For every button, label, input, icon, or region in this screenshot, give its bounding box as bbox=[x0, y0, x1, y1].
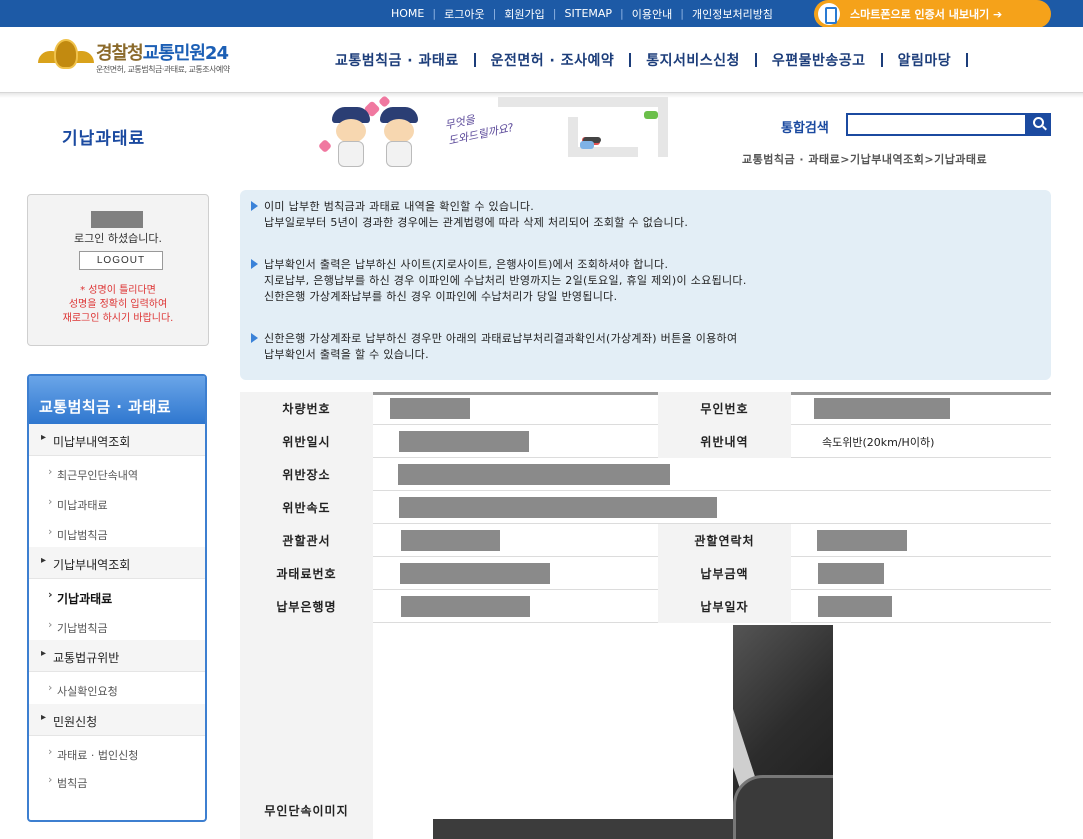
smartphone-icon bbox=[818, 3, 840, 25]
vehicle-number-label: 차량번호 bbox=[240, 392, 373, 425]
sidenav-item-fact-check[interactable]: 사실확인요청 bbox=[29, 676, 205, 704]
table-row: 위반장소 bbox=[240, 458, 1051, 491]
vehicle-number-redacted bbox=[390, 398, 470, 419]
table-row: 납부은행명 납부일자 bbox=[240, 590, 1051, 623]
amount-redacted bbox=[818, 563, 884, 584]
office-contact-label: 관할연락처 bbox=[658, 524, 791, 557]
amount-label: 납부금액 bbox=[658, 557, 791, 590]
sidenav-item-paid[interactable]: 기납부내역조회 bbox=[29, 547, 205, 579]
logo-tagline: 운전면허, 교통범칙금·과태료, 교통조사예약 bbox=[96, 65, 230, 74]
bullet-icon bbox=[251, 259, 258, 269]
main-navigation: 교통범칙금 · 과태료 운전면허 · 조사예약 통지서비스신청 우편물반송공고 … bbox=[320, 50, 969, 70]
page-title: 기납과태료 bbox=[62, 129, 146, 149]
sidenav-item-recent-camera[interactable]: 최근무인단속내역 bbox=[29, 460, 205, 488]
office-label: 관할관서 bbox=[240, 524, 373, 557]
info-paragraph-2: 납부확인서 출력은 납부하신 사이트(지로사이트, 은행사이트)에서 조회하셔야… bbox=[251, 257, 747, 305]
privacy-link[interactable]: 개인정보처리방침 bbox=[684, 6, 781, 22]
logo-brand: 경찰청교통민원24 bbox=[96, 43, 229, 64]
sidenav-item-petition[interactable]: 민원신청 bbox=[29, 704, 205, 736]
pay-date-label: 납부일자 bbox=[658, 590, 791, 623]
camera-image bbox=[403, 625, 833, 839]
bank-redacted bbox=[401, 596, 530, 617]
sidenav-item-paid-fine[interactable]: 기납과태료 bbox=[29, 583, 205, 611]
violation-place-redacted bbox=[398, 464, 670, 485]
sidenav-item-unpaid-fine[interactable]: 미납과태료 bbox=[29, 490, 205, 518]
guide-link[interactable]: 이용안내 bbox=[624, 6, 680, 22]
camera-image-label: 무인단속이미지 bbox=[240, 623, 373, 839]
bank-label: 납부은행명 bbox=[240, 590, 373, 623]
logout-link[interactable]: 로그아웃 bbox=[436, 6, 492, 22]
violation-date-label: 위반일시 bbox=[240, 425, 373, 458]
search-label: 통합검색 bbox=[781, 121, 829, 136]
sidenav-item-penalty[interactable]: 범칙금 bbox=[29, 768, 205, 796]
site-logo[interactable]: 경찰청교통민원24 운전면허, 교통범칙금·과태료, 교통조사예약 bbox=[38, 39, 278, 83]
sidenav-item-corporate[interactable]: 과태료 · 법인신청 bbox=[29, 740, 205, 768]
sidenav-item-paid-penalty[interactable]: 기납범칙금 bbox=[29, 613, 205, 641]
violation-type-label: 위반내역 bbox=[658, 425, 791, 458]
police-mascot-left bbox=[330, 107, 372, 169]
top-utility-bar: HOME | 로그아웃 | 회원가입 | SITEMAP | 이용안내 | 개인정보처리방… bbox=[0, 0, 1083, 28]
bullet-icon bbox=[251, 201, 258, 211]
table-row: 과태료번호 납부금액 bbox=[240, 557, 1051, 590]
info-notice: 이미 납부한 범칙금과 과태료 내역을 확인할 수 있습니다. 납부일로부터 5… bbox=[240, 190, 1051, 380]
camera-number-redacted bbox=[814, 398, 950, 419]
police-mascot-right bbox=[378, 107, 420, 169]
site-header: 경찰청교통민원24 운전면허, 교통범칙금·과태료, 교통조사예약 교통범칙금 … bbox=[0, 27, 1083, 93]
gnb-notice[interactable]: 알림마당 bbox=[883, 50, 967, 70]
join-link[interactable]: 회원가입 bbox=[496, 6, 552, 22]
sitemap-link[interactable]: SITEMAP bbox=[557, 7, 621, 20]
export-certificate-button[interactable]: 스마트폰으로 인증서 내보내기 ➔ bbox=[814, 0, 1051, 28]
logout-button[interactable]: LOGOUT bbox=[79, 251, 163, 270]
mascot-illustration: 무엇을 도와드릴까요? bbox=[317, 95, 668, 177]
export-certificate-label: 스마트폰으로 인증서 내보내기 ➔ bbox=[850, 8, 1003, 21]
sidenav-item-violation[interactable]: 교통법규위반 bbox=[29, 640, 205, 672]
home-link[interactable]: HOME bbox=[383, 7, 432, 20]
sidenav-item-unpaid-penalty[interactable]: 미납범칙금 bbox=[29, 520, 205, 548]
logged-in-text: 로그인 하셨습니다. bbox=[74, 232, 162, 245]
gnb-mail-return[interactable]: 우편물반송공고 bbox=[757, 50, 881, 70]
gnb-notification[interactable]: 통지서비스신청 bbox=[631, 50, 755, 70]
office-contact-redacted bbox=[817, 530, 907, 551]
table-row: 위반일시 위반내역 속도위반(20km/H이하) bbox=[240, 425, 1051, 458]
fine-number-redacted bbox=[400, 563, 550, 584]
gnb-fines[interactable]: 교통범칙금 · 과태료 bbox=[320, 50, 474, 70]
police-emblem-icon bbox=[38, 39, 94, 75]
violation-place-label: 위반장소 bbox=[240, 458, 373, 491]
search-button[interactable] bbox=[1027, 113, 1051, 136]
bullet-icon bbox=[251, 333, 258, 343]
login-status-box: 로그인 하셨습니다. LOGOUT * 성명이 틀리다면 성명을 정확히 입력하… bbox=[27, 194, 209, 346]
fine-number-label: 과태료번호 bbox=[240, 557, 373, 590]
sidenav-item-unpaid[interactable]: 미납부내역조회 bbox=[29, 424, 205, 456]
violation-speed-label: 위반속도 bbox=[240, 491, 373, 524]
breadcrumb: 교통범칙금 · 과태료>기납부내역조회>기납과태료 bbox=[742, 153, 988, 166]
table-row: 무인단속이미지 bbox=[240, 623, 1051, 839]
office-redacted bbox=[401, 530, 500, 551]
pay-date-redacted bbox=[818, 596, 892, 617]
camera-number-label: 무인번호 bbox=[658, 392, 791, 425]
car-icon bbox=[580, 141, 594, 149]
info-paragraph-3: 신한은행 가상계좌로 납부하신 경우만 아래의 과태료납부처리결과확인서(가상계… bbox=[251, 331, 737, 363]
utility-links: HOME | 로그아웃 | 회원가입 | SITEMAP | 이용안내 | 개인정보처리방… bbox=[383, 0, 781, 27]
table-row: 관할관서 관할연락처 bbox=[240, 524, 1051, 557]
info-paragraph-1: 이미 납부한 범칙금과 과태료 내역을 확인할 수 있습니다. 납부일로부터 5… bbox=[251, 199, 688, 231]
sidenav-title: 교통범칙금 · 과태료 bbox=[29, 376, 205, 424]
name-warning: * 성명이 틀리다면 성명을 정확히 입력하여 재로그인 하시기 바랍니다. bbox=[62, 285, 174, 324]
table-row: 위반속도 bbox=[240, 491, 1051, 524]
table-row: 차량번호 무인번호 bbox=[240, 392, 1051, 425]
violation-type-value: 속도위반(20km/H이하) bbox=[822, 435, 935, 449]
car-icon bbox=[644, 111, 658, 119]
user-name-redacted bbox=[91, 211, 143, 228]
gnb-license[interactable]: 운전면허 · 조사예약 bbox=[476, 50, 630, 70]
search-input[interactable] bbox=[846, 113, 1027, 136]
violation-date-redacted bbox=[399, 431, 529, 452]
violation-speed-redacted bbox=[399, 497, 717, 518]
side-navigation: 교통범칙금 · 과태료 미납부내역조회 최근무인단속내역 미납과태료 미납범칙금… bbox=[27, 374, 207, 822]
